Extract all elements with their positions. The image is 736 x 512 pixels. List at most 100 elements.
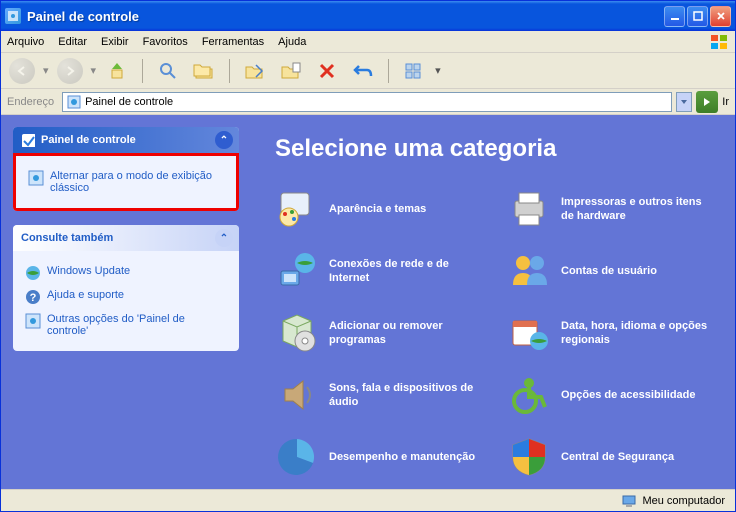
help-icon: ? [25, 289, 41, 305]
cat-performance[interactable]: Desempenho e manutenção [275, 435, 479, 479]
move-to-button[interactable] [240, 56, 270, 86]
panel-body-highlighted: Alternar para o modo de exibição clássic… [13, 153, 239, 211]
folders-button[interactable] [189, 56, 219, 86]
go-button[interactable] [696, 91, 718, 113]
status-text: Meu computador [642, 495, 725, 507]
svg-text:?: ? [30, 292, 37, 304]
address-dropdown[interactable] [676, 92, 692, 112]
link-text: Outras opções do 'Painel de controle' [47, 313, 227, 337]
forward-dropdown[interactable]: ▾ [91, 64, 97, 77]
link-text: Alternar para o modo de exibição clássic… [50, 170, 224, 194]
control-panel-icon [28, 170, 44, 186]
collapse-icon[interactable]: ⌃ [215, 131, 233, 149]
page-title: Selecione uma categoria [275, 135, 711, 163]
control-panel-icon [67, 95, 81, 109]
cat-sounds[interactable]: Sons, fala e dispositivos de áudio [275, 373, 479, 417]
cat-label: Impressoras e outros itens de hardware [561, 195, 711, 224]
box-cd-icon [275, 311, 319, 355]
control-panel-icon [25, 313, 41, 329]
separator [229, 59, 230, 83]
address-value: Painel de controle [85, 96, 173, 108]
cat-label: Aparência e temas [329, 202, 426, 216]
link-text: Windows Update [47, 265, 130, 277]
cat-accessibility[interactable]: Opções de acessibilidade [507, 373, 711, 417]
go-label: Ir [722, 96, 729, 108]
cat-label: Adicionar ou remover programas [329, 319, 479, 348]
cat-label: Desempenho e manutenção [329, 450, 475, 464]
main-pane: Selecione uma categoria Aparência e tema… [251, 115, 735, 489]
addressbar: Endereço Painel de controle Ir [1, 89, 735, 115]
panel-see-also: Consulte também ⌃ Windows Update ? Ajuda… [13, 225, 239, 351]
palette-icon [275, 187, 319, 231]
windows-logo-icon [709, 33, 731, 51]
panel-title: Painel de controle [41, 134, 136, 146]
link-text: Ajuda e suporte [47, 289, 124, 301]
back-button[interactable] [7, 56, 37, 86]
shield-icon [507, 435, 551, 479]
menu-editar[interactable]: Editar [58, 36, 87, 48]
minimize-button[interactable] [664, 6, 685, 27]
close-button[interactable] [710, 6, 731, 27]
computer-icon [622, 494, 636, 508]
up-button[interactable] [102, 56, 132, 86]
views-dropdown[interactable]: ▾ [435, 64, 441, 77]
menu-ajuda[interactable]: Ajuda [278, 36, 306, 48]
pie-chart-icon [275, 435, 319, 479]
panel-control-panel: Painel de controle ⌃ Alternar para o mod… [13, 127, 239, 211]
titlebar: Painel de controle [1, 1, 735, 31]
cat-printers[interactable]: Impressoras e outros itens de hardware [507, 187, 711, 231]
calendar-globe-icon [507, 311, 551, 355]
network-icon [275, 249, 319, 293]
maximize-button[interactable] [687, 6, 708, 27]
switch-classic-view-link[interactable]: Alternar para o modo de exibição clássic… [28, 166, 224, 198]
menubar: Arquivo Editar Exibir Favoritos Ferramen… [1, 31, 735, 53]
window-buttons [664, 6, 731, 27]
window: Painel de controle Arquivo Editar Exibir… [0, 0, 736, 512]
search-button[interactable] [153, 56, 183, 86]
menu-favoritos[interactable]: Favoritos [143, 36, 188, 48]
separator [388, 59, 389, 83]
category-grid: Aparência e temas Impressoras e outros i… [275, 187, 711, 479]
speaker-icon [275, 373, 319, 417]
window-title: Painel de controle [27, 9, 664, 24]
back-dropdown[interactable]: ▾ [43, 64, 49, 77]
sidebar: Painel de controle ⌃ Alternar para o mod… [1, 115, 251, 489]
delete-button[interactable] [312, 56, 342, 86]
cat-appearance[interactable]: Aparência e temas [275, 187, 479, 231]
forward-button[interactable] [55, 56, 85, 86]
users-icon [507, 249, 551, 293]
undo-button[interactable] [348, 56, 378, 86]
windows-update-link[interactable]: Windows Update [25, 261, 227, 285]
address-field[interactable]: Painel de controle [62, 92, 672, 112]
cat-label: Data, hora, idioma e opções regionais [561, 319, 711, 348]
panel-header[interactable]: Painel de controle ⌃ [13, 127, 239, 153]
cat-label: Opções de acessibilidade [561, 388, 696, 402]
printer-icon [507, 187, 551, 231]
cat-date-time[interactable]: Data, hora, idioma e opções regionais [507, 311, 711, 355]
menu-ferramentas[interactable]: Ferramentas [202, 36, 264, 48]
panel-body: Windows Update ? Ajuda e suporte Outras … [13, 251, 239, 351]
separator [142, 59, 143, 83]
menu-arquivo[interactable]: Arquivo [7, 36, 44, 48]
cat-users[interactable]: Contas de usuário [507, 249, 711, 293]
panel-title: Consulte também [21, 232, 113, 244]
cat-label: Conexões de rede e de Internet [329, 257, 479, 286]
globe-icon [25, 265, 41, 281]
cat-label: Sons, fala e dispositivos de áudio [329, 381, 479, 410]
menu-exibir[interactable]: Exibir [101, 36, 129, 48]
toolbar: ▾ ▾ ▾ [1, 53, 735, 89]
panel-header[interactable]: Consulte também ⌃ [13, 225, 239, 251]
content-area: Painel de controle ⌃ Alternar para o mod… [1, 115, 735, 489]
statusbar: Meu computador [1, 489, 735, 511]
help-support-link[interactable]: ? Ajuda e suporte [25, 285, 227, 309]
cat-label: Contas de usuário [561, 264, 657, 278]
accessibility-icon [507, 373, 551, 417]
cat-network[interactable]: Conexões de rede e de Internet [275, 249, 479, 293]
views-button[interactable] [399, 56, 429, 86]
cat-add-remove[interactable]: Adicionar ou remover programas [275, 311, 479, 355]
address-label: Endereço [7, 96, 54, 108]
cat-security[interactable]: Central de Segurança [507, 435, 711, 479]
collapse-icon[interactable]: ⌃ [215, 229, 233, 247]
copy-to-button[interactable] [276, 56, 306, 86]
other-options-link[interactable]: Outras opções do 'Painel de controle' [25, 309, 227, 341]
